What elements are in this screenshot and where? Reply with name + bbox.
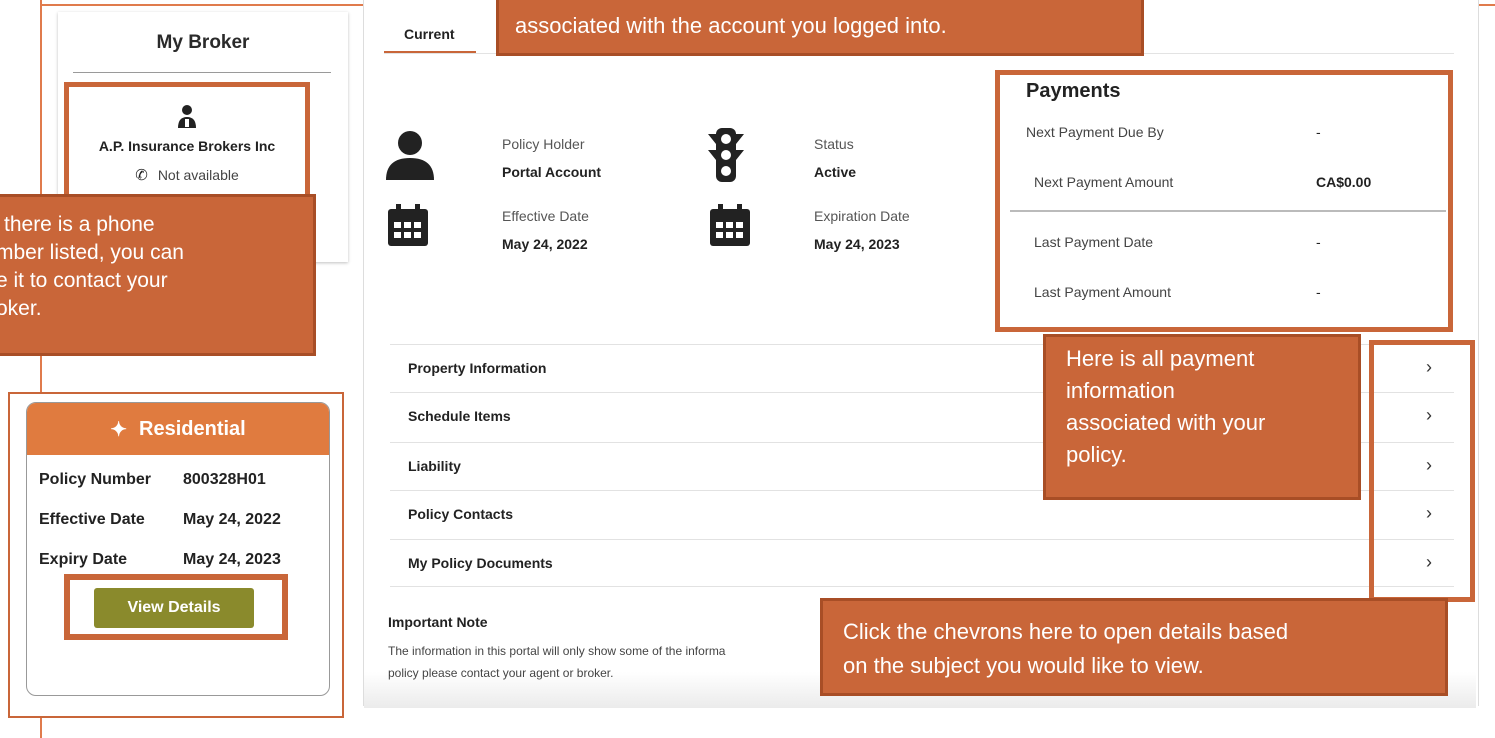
broker-title: My Broker [156, 32, 250, 53]
phone-callout-line-1: there is a phone [4, 213, 155, 236]
residential-title: Residential [139, 417, 246, 440]
section-label: Property Information [408, 360, 547, 376]
broker-phone: ✆ Not available [64, 166, 310, 184]
payment-callout-line-3: associated with your [1066, 410, 1266, 435]
res-effective-label: Effective Date [39, 511, 145, 528]
res-expiry-value: May 24, 2023 [183, 551, 281, 568]
policy-number-value: 800328H01 [183, 471, 266, 488]
broker-separator [73, 72, 331, 73]
chevrons-highlight-box [1369, 340, 1475, 602]
important-note-title: Important Note [388, 614, 488, 630]
status-value: Active [814, 164, 857, 180]
phone-icon: ✆ [135, 167, 148, 184]
home-icon: ✦ [110, 418, 128, 441]
payments-highlight-box [995, 70, 1453, 332]
section-label: Liability [408, 458, 461, 474]
status-label: Status [814, 136, 854, 152]
payment-callout-line-1: Here is all payment [1066, 346, 1255, 371]
residential-card: ✦ Residential Policy Number 800328H01 Ef… [26, 402, 330, 696]
effective-calendar-icon [388, 204, 428, 246]
important-note-line-1: The information in this portal will only… [388, 644, 726, 658]
res-effective-value: May 24, 2022 [183, 511, 281, 528]
payment-callout: Here is all payment information associat… [1043, 334, 1361, 500]
expiration-date-label: Expiration Date [814, 208, 910, 224]
expiration-date-value: May 24, 2023 [814, 236, 900, 252]
broker-person-icon [178, 105, 196, 128]
phone-callout-line-4: oker. [0, 297, 42, 320]
important-note-line-2: policy please contact your agent or brok… [388, 666, 614, 680]
broker-phone-value: Not available [157, 167, 239, 183]
tab-current[interactable]: Current [404, 26, 455, 42]
chevron-callout-line-2: on the subject you would like to view. [843, 653, 1204, 678]
section-label: My Policy Documents [408, 555, 553, 571]
section-label: Policy Contacts [408, 506, 514, 522]
payment-callout-line-2: information [1066, 378, 1175, 403]
policy-number-label: Policy Number [39, 471, 152, 488]
effective-date-label: Effective Date [502, 208, 589, 224]
payment-callout-line-4: policy. [1066, 442, 1127, 467]
expiration-calendar-icon [710, 204, 750, 246]
phone-callout-line-2: mber listed, you can [0, 241, 184, 264]
important-note-text: The information in this portal will only… [388, 640, 828, 684]
res-expiry-label: Expiry Date [39, 551, 128, 568]
broker-name: A.P. Insurance Brokers Inc [98, 138, 276, 154]
phone-callout: there is a phone mber listed, you can e … [0, 194, 316, 356]
traffic-light-icon [708, 128, 744, 182]
chevron-callout-line-1: Click the chevrons here to open details … [843, 619, 1289, 644]
policy-holder-icon [386, 131, 434, 180]
top-callout: associated with the account you logged i… [496, 0, 1144, 56]
phone-callout-line-3: e it to contact your [0, 269, 168, 292]
section-my-policy-documents[interactable]: My Policy Documents › [390, 539, 1454, 587]
policy-holder-value: Portal Account [502, 164, 602, 180]
effective-date-value: May 24, 2022 [502, 236, 588, 252]
section-label: Schedule Items [408, 408, 511, 424]
residential-header: ✦ Residential [27, 403, 329, 455]
view-details-highlight-box [64, 574, 288, 640]
policy-holder-label: Policy Holder [502, 136, 585, 152]
chevron-callout: Click the chevrons here to open details … [820, 598, 1448, 696]
